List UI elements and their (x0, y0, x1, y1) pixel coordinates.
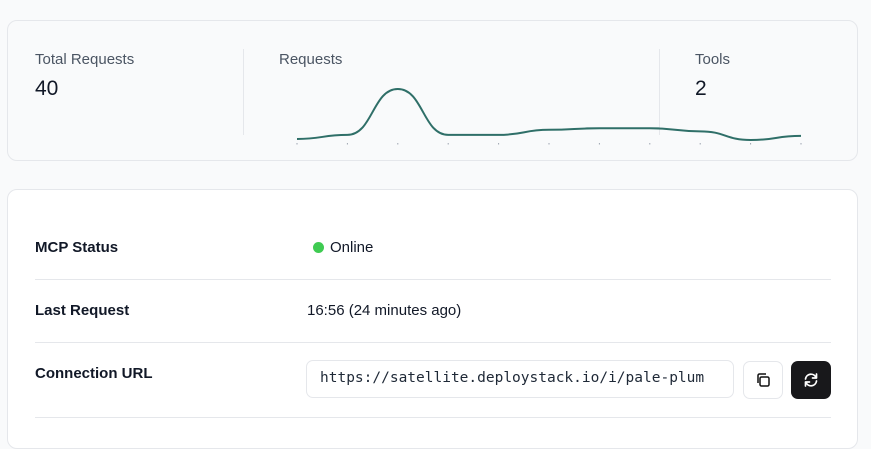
copy-button[interactable] (743, 361, 783, 399)
mcp-status-row: MCP Status Online (35, 216, 831, 280)
last-request-label: Last Request (35, 302, 130, 319)
mcp-status-label: MCP Status (35, 239, 119, 256)
refresh-icon (804, 373, 818, 387)
connection-url-input[interactable]: https://satellite.deploystack.io/i/pale-… (306, 360, 734, 398)
online-dot-icon (313, 242, 324, 253)
stats-card: Total Requests 40 Requests Tools 2 (7, 20, 858, 161)
status-value: Online (330, 239, 374, 256)
requests-line (296, 87, 802, 142)
last-request-row: Last Request 16:56 (24 minutes ago) (35, 279, 831, 343)
copy-icon (757, 373, 770, 387)
details-card: MCP Status Online Last Request 16:56 (24… (7, 189, 858, 449)
connection-url-label: Connection URL (35, 365, 153, 382)
last-request-value: 16:56 (24 minutes ago) (307, 302, 462, 319)
regenerate-button[interactable] (791, 361, 831, 399)
connection-url-row: Connection URL https://satellite.deploys… (35, 342, 831, 418)
status-badge: Online (313, 239, 373, 256)
requests-sparkline (296, 87, 802, 145)
